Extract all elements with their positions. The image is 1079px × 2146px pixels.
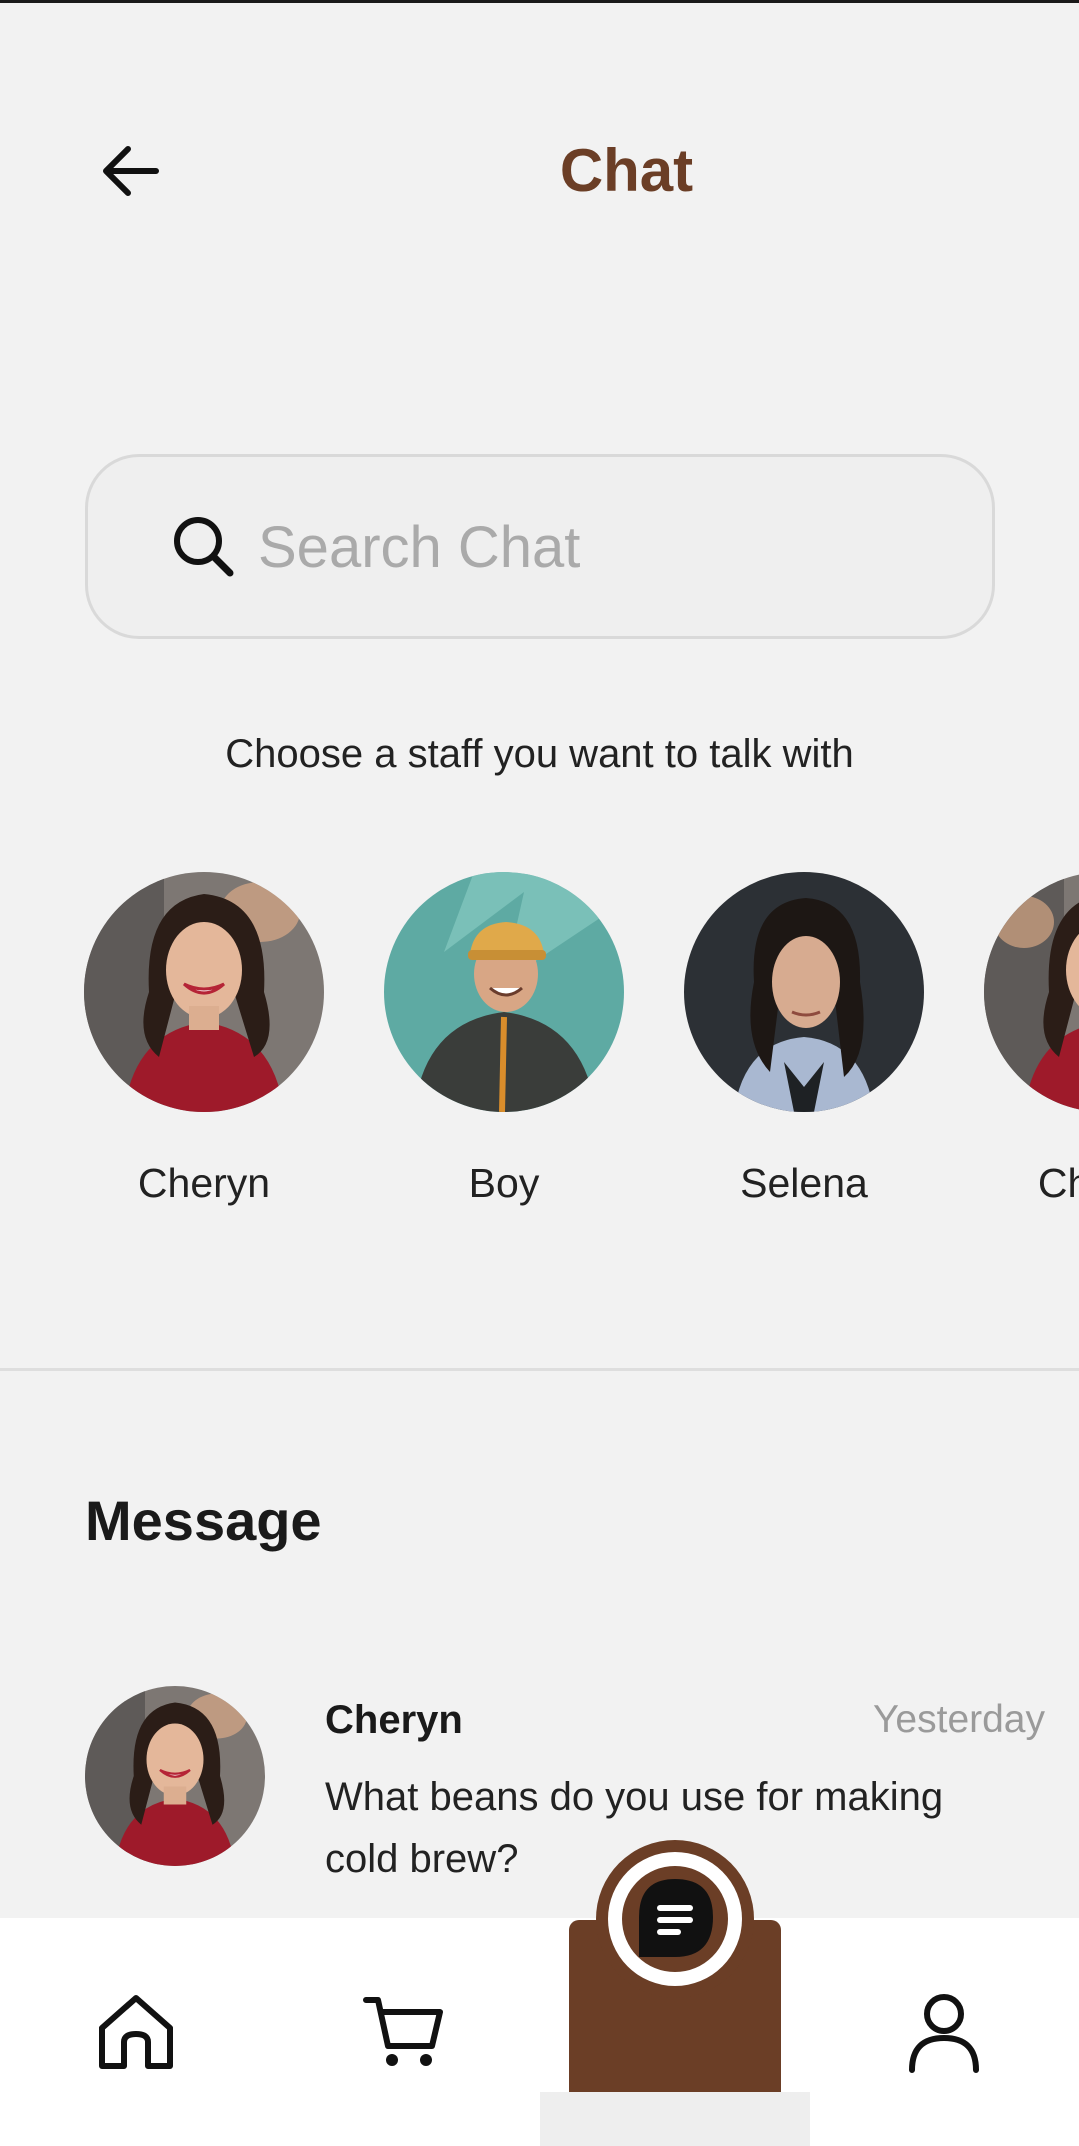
staff-name: Cheryn <box>137 1160 271 1206</box>
search-input[interactable] <box>258 497 958 597</box>
staff-item[interactable]: Selena <box>654 872 954 1207</box>
status-line <box>0 0 1079 3</box>
avatar <box>684 872 924 1112</box>
message-sender: Cheryn <box>325 1698 463 1742</box>
page-title: Chat <box>559 137 694 204</box>
message-item[interactable]: Cheryn Yesterday What beans do you use f… <box>85 1686 1045 1881</box>
nav-profile[interactable] <box>874 1918 1014 2146</box>
nav-home[interactable] <box>66 1918 206 2146</box>
profile-icon <box>909 1994 979 2073</box>
search-icon <box>174 517 234 577</box>
avatar <box>384 872 624 1112</box>
messages-title: Message <box>85 1489 322 1552</box>
message-time: Yesterday <box>872 1698 1045 1741</box>
staff-item[interactable]: Cheryn <box>54 872 354 1207</box>
home-icon <box>99 1995 173 2069</box>
staff-item[interactable]: Boy <box>354 872 654 1207</box>
chat-icon <box>639 1879 713 1957</box>
staff-name: Cheryn <box>1037 1160 1079 1206</box>
nav-chat[interactable] <box>596 1840 754 1998</box>
staff-hint: Choose a staff you want to talk with <box>225 732 854 776</box>
nav-indicator-strip <box>540 2092 810 2146</box>
staff-carousel[interactable]: Cheryn Boy Selena Ch <box>0 872 1079 1212</box>
cart-icon <box>363 1997 443 2066</box>
section-divider <box>0 1368 1079 1371</box>
avatar <box>85 1686 265 1866</box>
nav-cart[interactable] <box>334 1918 474 2146</box>
search-bar[interactable] <box>85 454 995 639</box>
avatar <box>84 872 324 1112</box>
staff-name: Selena <box>740 1160 868 1206</box>
avatar <box>984 872 1079 1112</box>
staff-name: Boy <box>468 1160 540 1206</box>
staff-item[interactable]: Cheryn <box>954 872 1079 1207</box>
